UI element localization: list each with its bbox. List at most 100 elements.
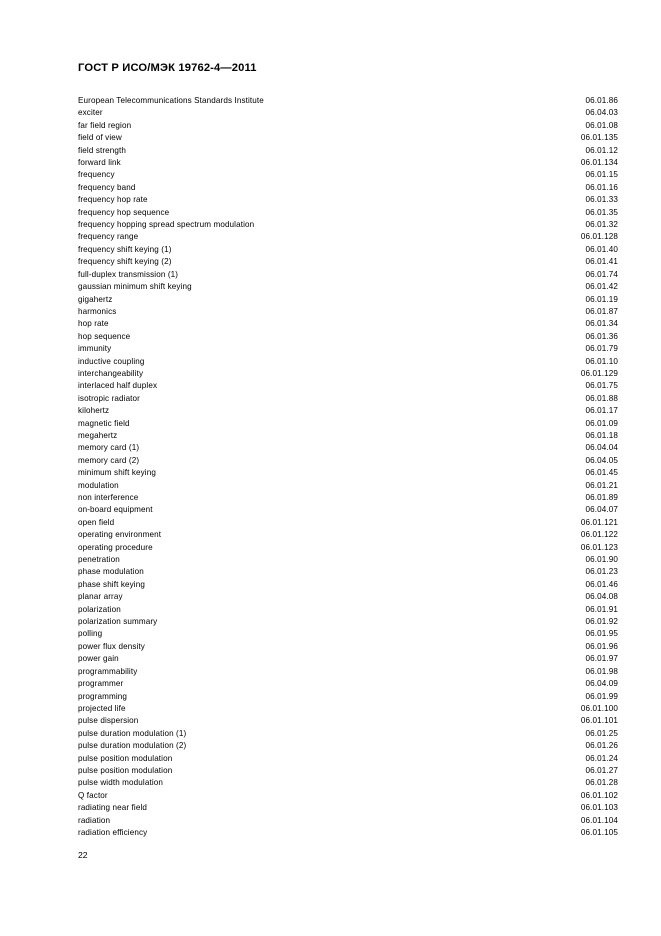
index-entry-row: Q factor 06.01.102 <box>78 790 618 802</box>
index-entry-term: projected life <box>78 703 126 713</box>
index-entry-term: minimum shift keying <box>78 468 156 478</box>
index-entry-row: planar array 06.04.08 <box>78 591 618 603</box>
index-entry-row: phase modulation 06.01.23 <box>78 566 618 578</box>
index-entry-row: pulse position modulation 06.01.27 <box>78 765 618 777</box>
index-entry-row: programmability 06.01.98 <box>78 666 618 678</box>
index-entry-term: pulse position modulation <box>78 765 173 775</box>
index-entry-code: 06.01.102 <box>580 790 618 800</box>
index-entry-row: inductive coupling 06.01.10 <box>78 356 618 368</box>
index-entry-term: programming <box>78 691 128 701</box>
index-entry-term: memory card (2) <box>78 455 140 465</box>
index-entry-code: 06.04.07 <box>585 505 618 515</box>
index-entry-term: field of view <box>78 133 122 143</box>
index-entry-code: 06.01.86 <box>585 96 618 105</box>
index-entry-code: 06.01.23 <box>585 567 618 577</box>
index-entry-row: megahertz 06.01.18 <box>78 430 618 442</box>
index-entry-code: 06.01.121 <box>580 517 618 527</box>
index-entry-row: pulse duration modulation (1) 06.01.25 <box>78 728 618 740</box>
index-entry-row: operating environment 06.01.122 <box>78 529 618 541</box>
index-entry-code: 06.01.46 <box>585 579 618 589</box>
index-entry-row: radiation efficiency 06.01.105 <box>78 827 618 839</box>
index-entry-term: European Telecommunications Standards In… <box>78 96 264 105</box>
index-entry-code: 06.01.35 <box>585 207 618 217</box>
index-entry-term: hop rate <box>78 319 109 329</box>
index-entry-code: 06.01.134 <box>580 158 618 168</box>
index-entry-term: frequency hopping spread spectrum modula… <box>78 220 255 230</box>
index-entry-term: field strength <box>78 145 127 155</box>
index-entry-row: operating procedure 06.01.123 <box>78 542 618 554</box>
index-entry-code: 06.01.10 <box>585 356 618 366</box>
index-entry-code: 06.01.89 <box>585 493 618 502</box>
index-entry-code: 06.04.08 <box>585 592 618 602</box>
index-entry-code: 06.01.90 <box>585 555 618 565</box>
index-entry-row: memory card (2) 06.04.05 <box>78 455 618 467</box>
index-entry-row: power flux density 06.01.96 <box>78 641 618 653</box>
index-entry-term: pulse position modulation <box>78 753 173 763</box>
index-entry-code: 06.01.18 <box>585 430 618 440</box>
index-entry-code: 06.01.12 <box>585 145 618 155</box>
index-entry-term: isotropic radiator <box>78 393 140 403</box>
index-entry-code: 06.01.42 <box>585 282 618 292</box>
index-entry-row: interlaced half duplex 06.01.75 <box>78 380 618 392</box>
index-entry-code: 06.01.40 <box>585 244 618 254</box>
document-header-standard-number: ГОСТ Р ИСО/МЭК 19762-4—2011 <box>78 62 257 74</box>
index-entry-code: 06.01.28 <box>585 778 618 788</box>
index-entry-term: far field region <box>78 120 132 130</box>
index-entry-row: pulse dispersion 06.01.101 <box>78 715 618 727</box>
index-entry-term: operating procedure <box>78 542 153 552</box>
index-entry-code: 06.01.34 <box>585 319 618 329</box>
index-entry-code: 06.01.87 <box>585 306 618 316</box>
index-entry-term: pulse dispersion <box>78 716 139 726</box>
index-entry-row: on-board equipment 06.04.07 <box>78 504 618 516</box>
index-entry-row: magnetic field 06.01.09 <box>78 418 618 430</box>
index-entry-row: full-duplex transmission (1) 06.01.74 <box>78 269 618 281</box>
index-entry-term: frequency shift keying (2) <box>78 257 172 267</box>
index-entry-code: 06.01.33 <box>585 195 618 205</box>
index-entry-term: gigahertz <box>78 294 113 304</box>
index-entry-row: gigahertz 06.01.19 <box>78 294 618 306</box>
index-entry-row: hop sequence 06.01.36 <box>78 331 618 343</box>
index-entry-term: modulation <box>78 480 119 490</box>
index-entry-row: pulse position modulation 06.01.24 <box>78 753 618 765</box>
index-entry-term: open field <box>78 517 115 527</box>
index-entry-code: 06.01.74 <box>585 269 618 279</box>
alphabetical-index-list: European Telecommunications Standards In… <box>78 95 618 839</box>
index-entry-code: 06.01.25 <box>585 728 618 738</box>
index-entry-row: hop rate 06.01.34 <box>78 318 618 330</box>
index-entry-row: European Telecommunications Standards In… <box>78 95 618 107</box>
index-entry-code: 06.01.41 <box>585 257 618 267</box>
index-entry-row: power gain 06.01.97 <box>78 653 618 665</box>
index-entry-term: programmer <box>78 679 124 689</box>
index-entry-term: exciter <box>78 108 103 118</box>
index-entry-code: 06.01.99 <box>585 691 618 701</box>
index-entry-row: exciter 06.04.03 <box>78 107 618 119</box>
index-entry-row: frequency shift keying (1) 06.01.40 <box>78 244 618 256</box>
index-entry-row: frequency band 06.01.16 <box>78 182 618 194</box>
index-entry-code: 06.01.135 <box>580 133 618 143</box>
index-entry-code: 06.01.16 <box>585 182 618 192</box>
index-entry-code: 06.01.79 <box>585 344 618 354</box>
index-entry-code: 06.01.09 <box>585 418 618 428</box>
index-entry-term: programmability <box>78 666 138 676</box>
index-entry-code: 06.01.101 <box>580 716 618 726</box>
index-entry-code: 06.01.75 <box>585 381 618 391</box>
index-entry-term: forward link <box>78 158 121 168</box>
index-entry-row: polarization summary 06.01.92 <box>78 616 618 628</box>
index-entry-term: phase modulation <box>78 567 144 577</box>
index-entry-term: frequency <box>78 170 115 180</box>
index-entry-code: 06.01.15 <box>585 170 618 180</box>
index-entry-code: 06.01.105 <box>580 827 618 837</box>
index-entry-code: 06.01.27 <box>585 765 618 775</box>
index-entry-row: harmonics 06.01.87 <box>78 306 618 318</box>
index-entry-row: programming 06.01.99 <box>78 691 618 703</box>
index-entry-row: far field region 06.01.08 <box>78 120 618 132</box>
index-entry-code: 06.01.21 <box>585 480 618 490</box>
index-entry-code: 06.01.122 <box>580 530 618 540</box>
index-entry-code: 06.04.04 <box>585 443 618 453</box>
index-entry-row: frequency hop sequence 06.01.35 <box>78 207 618 219</box>
index-entry-row: penetration 06.01.90 <box>78 554 618 566</box>
index-entry-code: 06.01.45 <box>585 468 618 478</box>
index-entry-term: memory card (1) <box>78 443 140 453</box>
index-entry-row: gaussian minimum shift keying 06.01.42 <box>78 281 618 293</box>
index-entry-row: kilohertz 06.01.17 <box>78 405 618 417</box>
